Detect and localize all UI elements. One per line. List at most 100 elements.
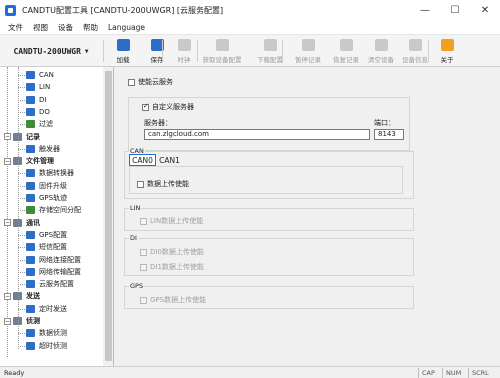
port-input[interactable]: 8143 <box>374 129 404 140</box>
do-icon <box>26 107 35 116</box>
sidebar-item-storage-allocation[interactable]: 存储空间分配 <box>26 204 81 216</box>
menu-language[interactable]: Language <box>108 23 145 32</box>
sidebar-item-di[interactable]: DI <box>26 94 46 106</box>
tree-collapse-toggle[interactable]: − <box>4 157 11 165</box>
can-icon <box>26 71 35 79</box>
enable-cloud-row[interactable]: 使能云服务 <box>128 77 173 87</box>
sidebar-item-timeout-detect[interactable]: 超时侦测 <box>26 340 67 352</box>
sidebar-item-timed-send[interactable]: 定时发送 <box>26 303 67 315</box>
tree-collapse-toggle[interactable]: − <box>4 219 11 227</box>
timed-send-icon <box>26 304 35 313</box>
tree-connector <box>18 148 25 150</box>
sidebar-item-sms-config[interactable]: 短信配置 <box>26 241 67 253</box>
di-icon <box>26 95 35 104</box>
sidebar-item-label: DI <box>39 95 47 104</box>
status-ready: Ready <box>4 369 25 377</box>
device-info-label: 设备信息 <box>402 56 428 64</box>
close-button[interactable]: ✕ <box>470 0 500 20</box>
sidebar-item-label: GPS配置 <box>39 230 68 239</box>
sidebar-item-label: 过滤 <box>39 120 53 129</box>
tree-connector <box>7 67 8 357</box>
sidebar-item-label: 云服务配置 <box>39 280 74 289</box>
sidebar-scrollbar-thumb[interactable] <box>105 71 112 361</box>
sidebar-item-firmware-upgrade[interactable]: 固件升级 <box>26 180 67 192</box>
sidebar-item-can[interactable]: CAN <box>26 69 54 81</box>
toolbar-separator <box>282 40 283 62</box>
pause-record-icon <box>301 39 315 51</box>
sidebar-item-label: DO <box>39 107 50 116</box>
menu-bar: 文件 视图 设备 帮助 Language <box>0 20 500 35</box>
get-config-label: 获取设备配置 <box>202 56 242 64</box>
menu-help[interactable]: 帮助 <box>83 22 98 33</box>
sidebar-item-label: 网络连接配置 <box>39 255 81 264</box>
di1-upload-checkbox <box>140 263 147 271</box>
status-cap: CAP <box>418 368 435 378</box>
toolbar: CANDTU-200UWGR ▼ 加载 保存 时钟 获取设备配置 下载配置 暂停记录 恢复记… <box>0 35 500 67</box>
lin-upload-checkbox <box>140 217 147 225</box>
status-bar: Ready CAP NUM SCRL <box>0 366 500 378</box>
sidebar-item-do[interactable]: DO <box>26 106 50 118</box>
device-selector[interactable]: CANDTU-200UWGR ▼ <box>3 39 99 63</box>
status-num: NUM <box>442 368 461 378</box>
sidebar-item-cloud-service[interactable]: 云服务配置 <box>26 278 74 290</box>
toolbar-separator <box>162 40 163 62</box>
enable-cloud-label: 使能云服务 <box>138 78 173 86</box>
maximize-button[interactable]: ☐ <box>440 0 470 20</box>
custom-server-row[interactable]: 自定义服务器 <box>142 102 194 112</box>
tree-collapse-toggle[interactable]: − <box>4 133 11 140</box>
sidebar-item-label: 数据转换器 <box>39 169 74 178</box>
sidebar-item-network-connection[interactable]: 网络连接配置 <box>26 254 81 266</box>
tab-can0[interactable]: CAN0 <box>129 154 156 166</box>
navigation-tree: CAN LIN DI DO 过滤 − 记录 触发器 − 文件管理 数据转换器 固件升级 GPS轨迹 存储空… <box>0 67 114 366</box>
custom-server-label: 自定义服务器 <box>152 103 194 111</box>
sidebar-item-file-management[interactable]: 文件管理 <box>13 155 54 167</box>
firmware-upgrade-icon <box>26 181 35 190</box>
load-icon <box>116 39 130 51</box>
gps-upload-row: GPS数据上传使能 <box>140 295 206 305</box>
network-transfer-icon <box>26 267 35 276</box>
can-upload-row[interactable]: 数据上传使能 <box>137 179 189 189</box>
clock-button[interactable]: 时钟 <box>167 37 201 65</box>
sidebar-item-label: CAN <box>39 71 54 79</box>
toolbar-separator <box>428 40 429 62</box>
enable-cloud-checkbox[interactable] <box>128 78 135 86</box>
can-upload-checkbox[interactable] <box>137 180 144 188</box>
tree-connector <box>18 99 25 101</box>
sidebar-item-label: 定时发送 <box>39 304 67 313</box>
sidebar-item-data-detect[interactable]: 数据侦测 <box>26 327 67 339</box>
about-label: 关于 <box>440 56 454 64</box>
minimize-button[interactable]: — <box>410 0 440 20</box>
load-button[interactable]: 加载 <box>106 37 140 65</box>
sidebar-item-label: 存储空间分配 <box>39 206 81 215</box>
sidebar-item-network-transfer[interactable]: 网络传输配置 <box>26 266 81 278</box>
sidebar-item-trigger[interactable]: 触发器 <box>26 143 60 155</box>
menu-view[interactable]: 视图 <box>33 22 48 33</box>
sidebar-item-label: 网络传输配置 <box>39 267 81 276</box>
tree-connector <box>18 75 25 76</box>
clear-device-label: 清空设备 <box>368 56 394 64</box>
sidebar-item-data-converter[interactable]: 数据转换器 <box>26 167 74 179</box>
menu-file[interactable]: 文件 <box>8 22 23 33</box>
tree-collapse-toggle[interactable]: − <box>4 317 11 325</box>
sidebar-item-filter[interactable]: 过滤 <box>26 118 53 130</box>
sidebar-item-label: 通讯 <box>26 218 40 227</box>
tab-can1[interactable]: CAN1 <box>156 154 183 166</box>
tree-connector <box>18 111 25 113</box>
server-input[interactable]: can.zlgcloud.com <box>144 129 370 140</box>
toolbar-separator <box>197 40 198 62</box>
filter-icon <box>26 120 35 129</box>
sidebar-item-label: 侦测 <box>26 317 40 325</box>
sidebar-item-gps-config[interactable]: GPS配置 <box>26 229 67 241</box>
custom-server-checkbox[interactable] <box>142 102 149 111</box>
data-detect-icon <box>26 329 35 338</box>
get-config-button[interactable]: 获取设备配置 <box>200 37 244 65</box>
sidebar-item-gps-track[interactable]: GPS轨迹 <box>26 192 67 204</box>
sidebar-scrollbar[interactable] <box>103 67 113 366</box>
tree-collapse-toggle[interactable]: − <box>4 292 11 300</box>
about-button[interactable]: 关于 <box>430 37 464 65</box>
sidebar-item-lin[interactable]: LIN <box>26 81 50 93</box>
sms-config-icon <box>26 243 35 252</box>
menu-device[interactable]: 设备 <box>58 22 73 33</box>
server-label: 服务器： <box>144 119 172 127</box>
sidebar-item-label: 短信配置 <box>39 243 67 252</box>
